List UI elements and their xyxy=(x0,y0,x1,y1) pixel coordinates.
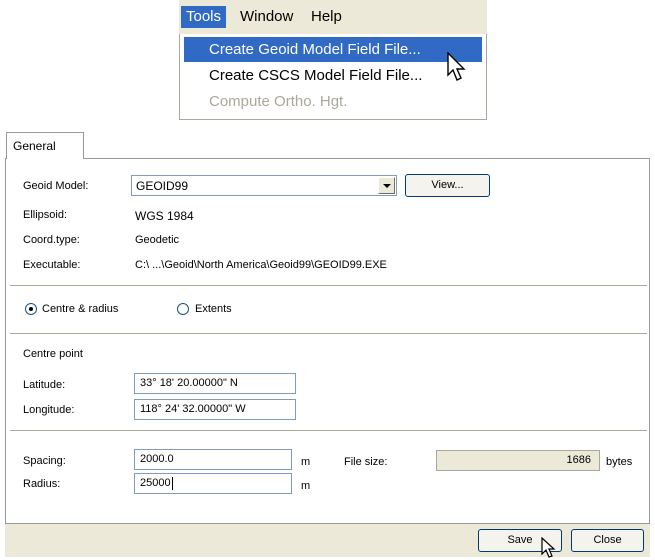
menu-item-compute-ortho-hgt: Compute Ortho. Hgt. xyxy=(209,93,348,110)
executable-label: Executable: xyxy=(23,259,81,271)
geoid-model-select[interactable]: GEOID99 xyxy=(131,175,397,196)
menu-item-create-cscs-model-field-file[interactable]: Create CSCS Model Field File... xyxy=(184,63,482,88)
chevron-down-icon[interactable] xyxy=(378,177,395,194)
mouse-pointer-icon xyxy=(447,52,466,81)
divider xyxy=(10,430,647,432)
divider xyxy=(10,333,647,335)
executable-path: C:\ ...\Geoid\North America\Geoid99\GEOI… xyxy=(135,259,387,271)
radius-input[interactable]: 25000 xyxy=(134,473,292,494)
general-panel: Geoid Model: GEOID99 View... Ellipsoid: … xyxy=(5,159,650,524)
centre-radius-radio[interactable] xyxy=(25,303,37,315)
menu-help[interactable]: Help xyxy=(306,6,347,28)
ellipsoid-label: Ellipsoid: xyxy=(23,209,68,221)
coord-type-value: Geodetic xyxy=(135,234,180,246)
centre-radius-label[interactable]: Centre & radius xyxy=(42,303,118,315)
geoid-model-label: Geoid Model: xyxy=(23,180,89,192)
longitude-input[interactable]: 118° 24' 32.00000" W xyxy=(134,399,296,420)
centre-point-heading: Centre point xyxy=(23,348,83,360)
file-size-label: File size: xyxy=(344,456,388,468)
spacing-label: Spacing: xyxy=(23,455,66,467)
spacing-unit: m xyxy=(301,456,311,468)
file-size-display: 1686 xyxy=(436,450,600,471)
ellipsoid-value: WGS 1984 xyxy=(135,209,194,223)
radius-unit: m xyxy=(301,480,311,492)
latitude-input[interactable]: 33° 18' 20.00000" N xyxy=(134,373,296,394)
spacing-input[interactable]: 2000.0 xyxy=(134,449,292,470)
radius-label: Radius: xyxy=(23,478,61,490)
menu-window[interactable]: Window xyxy=(235,6,298,28)
file-size-unit: bytes xyxy=(606,456,633,468)
extents-label[interactable]: Extents xyxy=(195,303,232,315)
radius-value: 25000 xyxy=(140,477,171,489)
geoid-model-field-file-dialog: General Geoid Model: GEOID99 View... Ell… xyxy=(5,127,650,558)
tools-dropdown-menu: Create Geoid Model Field File... Create … xyxy=(179,34,487,120)
longitude-label: Longitude: xyxy=(23,404,75,416)
menu-tools[interactable]: Tools xyxy=(181,6,227,28)
divider xyxy=(10,285,647,287)
menu-item-create-geoid-model-field-file[interactable]: Create Geoid Model Field File... xyxy=(184,37,482,62)
tab-general[interactable]: General xyxy=(6,132,84,160)
close-button[interactable]: Close xyxy=(571,529,644,552)
view-button[interactable]: View... xyxy=(405,174,490,197)
mouse-pointer-icon xyxy=(541,537,556,558)
tab-strip: General xyxy=(5,127,650,160)
geoid-model-value: GEOID99 xyxy=(136,179,189,193)
extents-radio[interactable] xyxy=(177,303,189,315)
latitude-label: Latitude: xyxy=(23,379,66,391)
coord-type-label: Coord.type: xyxy=(23,234,80,246)
text-caret xyxy=(171,476,173,490)
menu-bar: Tools Window Help xyxy=(179,0,487,34)
